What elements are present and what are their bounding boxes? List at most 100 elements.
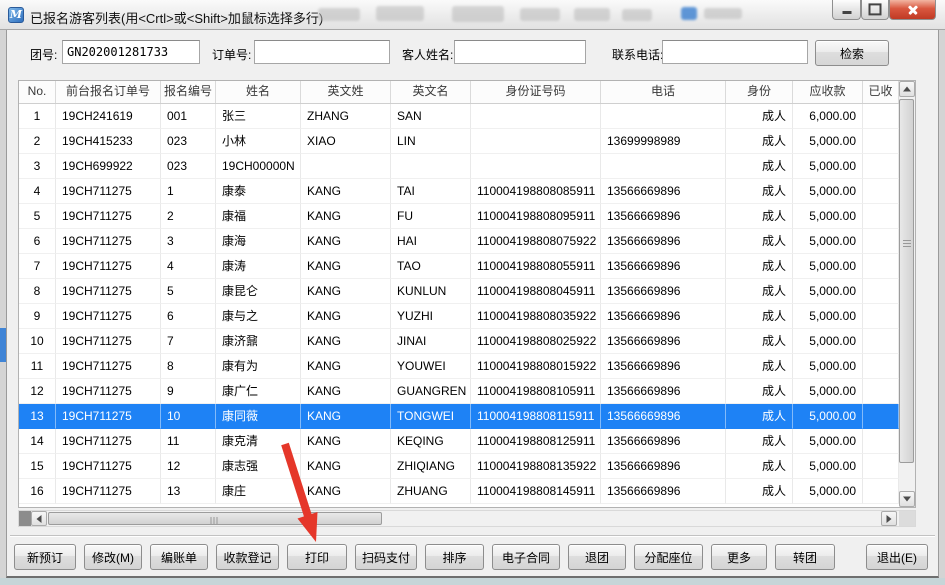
table-row[interactable]: 1219CH7112759康广仁KANGGUANGREN110004198808… (19, 379, 899, 404)
cell: KANG (301, 304, 391, 329)
cell: 19CH699922 (56, 154, 161, 179)
cell: 5,000.00 (793, 354, 863, 379)
table-row[interactable]: 819CH7112755康昆仑KANGKUNLUN110004198808045… (19, 279, 899, 304)
cell: 7 (161, 329, 216, 354)
scroll-up-icon (903, 87, 911, 92)
cell: 成人 (726, 104, 793, 129)
column-header[interactable]: 英文名 (391, 81, 471, 103)
table-row[interactable]: 219CH415233023小林XIAOLIN13699998989成人5,00… (19, 129, 899, 154)
footer-button[interactable]: 编账单 (150, 544, 208, 570)
cell: 19CH711275 (56, 429, 161, 454)
cell (863, 229, 899, 254)
table-row[interactable]: 1619CH71127513康庄KANGZHUANG11000419880814… (19, 479, 899, 504)
footer-button[interactable]: 转团 (775, 544, 835, 570)
cell: 5,000.00 (793, 454, 863, 479)
guest-name-input[interactable] (454, 40, 586, 64)
cell: KANG (301, 329, 391, 354)
footer-button[interactable]: 分配座位 (634, 544, 703, 570)
footer-button[interactable]: 扫码支付 (355, 544, 417, 570)
scroll-right-icon (887, 515, 892, 523)
footer-button[interactable]: 修改(M) (84, 544, 142, 570)
cell: 110004198808025922 (471, 329, 601, 354)
cell: 19CH711275 (56, 354, 161, 379)
scroll-down-button[interactable] (899, 491, 915, 507)
table-body[interactable]: 119CH241619001张三ZHANGSAN成人6,000.00219CH4… (19, 104, 899, 504)
background-window-artifact (452, 6, 504, 22)
scroll-down-icon (903, 497, 911, 502)
column-header[interactable]: 身份 (726, 81, 793, 103)
table-row[interactable]: 719CH7112754康涛KANGTAO1100041988080559111… (19, 254, 899, 279)
window-title: 已报名游客列表(用<Crtl>或<Shift>加鼠标选择多行) (30, 8, 323, 27)
minimize-button[interactable] (832, 0, 861, 20)
footer-button[interactable]: 更多 (711, 544, 767, 570)
cell (863, 354, 899, 379)
search-button[interactable]: 检索 (815, 40, 889, 66)
background-window-artifact (520, 8, 560, 21)
table-row[interactable]: 1519CH71127512康志强KANGZHIQIANG11000419880… (19, 454, 899, 479)
vertical-scroll-thumb[interactable] (899, 99, 914, 463)
table-row[interactable]: 119CH241619001张三ZHANGSAN成人6,000.00 (19, 104, 899, 129)
cell: 康庄 (216, 479, 301, 504)
cell: 4 (161, 254, 216, 279)
order-no-input[interactable] (254, 40, 390, 64)
cell: KANG (301, 279, 391, 304)
close-button[interactable] (889, 0, 936, 20)
cell: 19CH711275 (56, 479, 161, 504)
cell: 2 (161, 204, 216, 229)
column-header[interactable]: 英文姓 (301, 81, 391, 103)
table-row[interactable]: 1319CH71127510康同薇KANGTONGWEI110004198808… (19, 404, 899, 429)
footer-button[interactable]: 退团 (568, 544, 626, 570)
column-header[interactable]: 已收 (863, 81, 899, 103)
horizontal-scrollbar[interactable] (18, 510, 916, 527)
scroll-right-button[interactable] (881, 511, 897, 526)
column-header[interactable]: 姓名 (216, 81, 301, 103)
cell (471, 104, 601, 129)
footer-button[interactable]: 电子合同 (492, 544, 560, 570)
vertical-scrollbar[interactable] (899, 81, 915, 507)
table-row[interactable]: 1019CH7112757康济鼐KANGJINAI110004198808025… (19, 329, 899, 354)
footer-button[interactable]: 新预订 (14, 544, 76, 570)
cell: SAN (391, 104, 471, 129)
cell: TAO (391, 254, 471, 279)
footer-button[interactable]: 排序 (425, 544, 484, 570)
column-header[interactable]: 身份证号码 (471, 81, 601, 103)
table-row[interactable]: 319CH69992202319CH00000N成人5,000.00 (19, 154, 899, 179)
cell: 成人 (726, 154, 793, 179)
maximize-button[interactable] (861, 0, 889, 20)
table-row[interactable]: 419CH7112751康泰KANGTAI1100041988080859111… (19, 179, 899, 204)
cell: 5,000.00 (793, 479, 863, 504)
table-row[interactable]: 1419CH71127511康克清KANGKEQING1100041988081… (19, 429, 899, 454)
column-header[interactable]: 报名编号 (161, 81, 216, 103)
horizontal-scroll-thumb[interactable] (48, 512, 382, 525)
contact-phone-input[interactable] (662, 40, 808, 64)
scroll-left-button[interactable] (31, 511, 47, 526)
maximize-icon (869, 3, 882, 15)
cell: 13699998989 (601, 129, 726, 154)
column-header[interactable]: 电话 (601, 81, 726, 103)
column-header[interactable]: No. (19, 81, 56, 103)
cell: KANG (301, 454, 391, 479)
column-header[interactable]: 前台报名订单号 (56, 81, 161, 103)
cell: 110004198808135922 (471, 454, 601, 479)
cell: KANG (301, 254, 391, 279)
table-row[interactable]: 919CH7112756康与之KANGYUZHI1100041988080359… (19, 304, 899, 329)
table-row[interactable]: 519CH7112752康福KANGFU11000419880809591113… (19, 204, 899, 229)
table-row[interactable]: 1119CH7112758康有为KANGYOUWEI11000419880801… (19, 354, 899, 379)
footer-button[interactable]: 打印 (287, 544, 347, 570)
titlebar[interactable]: M 已报名游客列表(用<Crtl>或<Shift>加鼠标选择多行) (0, 0, 945, 30)
cell: 成人 (726, 129, 793, 154)
cell (863, 279, 899, 304)
cell: 19CH711275 (56, 229, 161, 254)
cell: 12 (161, 454, 216, 479)
exit-button[interactable]: 退出(E) (866, 544, 928, 570)
footer-button[interactable]: 收款登记 (216, 544, 279, 570)
group-no-input[interactable] (62, 40, 200, 64)
cell: 110004198808115911 (471, 404, 601, 429)
scroll-up-button[interactable] (899, 81, 915, 97)
cell: 023 (161, 129, 216, 154)
cell: 7 (19, 254, 56, 279)
cell (391, 154, 471, 179)
table-row[interactable]: 619CH7112753康海KANGHAI1100041988080759221… (19, 229, 899, 254)
cell: 成人 (726, 254, 793, 279)
column-header[interactable]: 应收款 (793, 81, 863, 103)
